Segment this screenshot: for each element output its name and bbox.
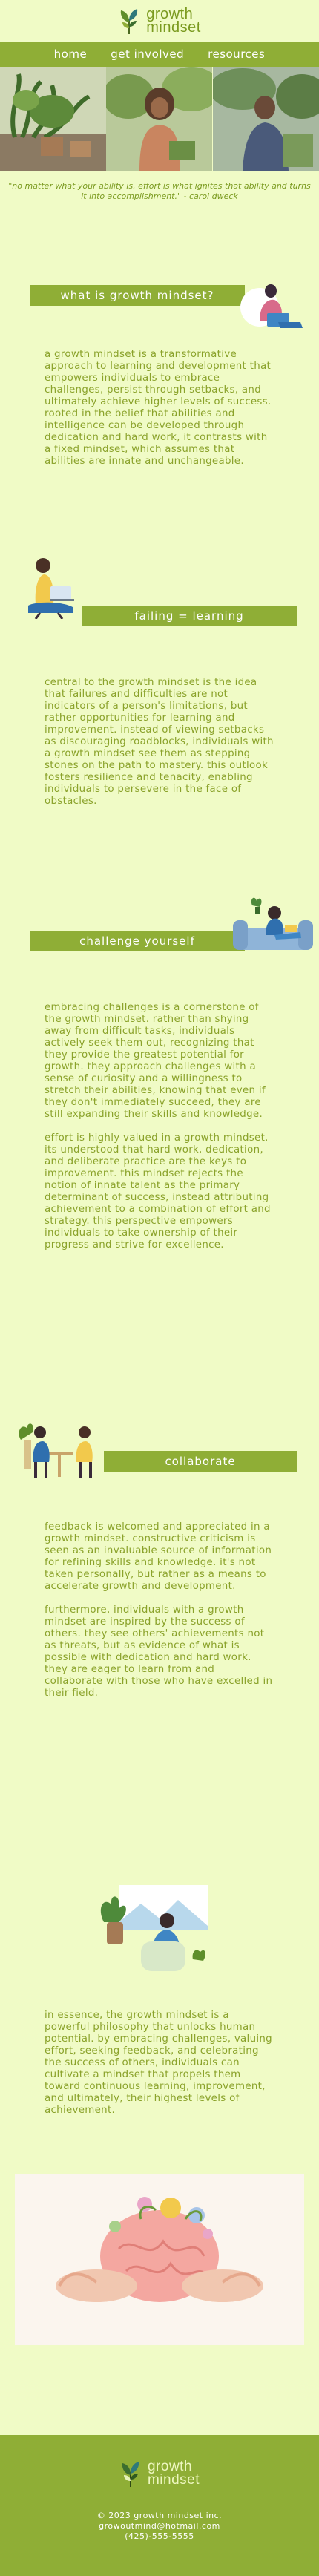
section-title-failing: Failing = Learning [82, 606, 297, 626]
hero-photo-plants [0, 67, 106, 171]
hero-photo-strip [0, 67, 319, 171]
paragraph: Embracing challenges is a cornerstone of… [45, 1002, 266, 1120]
section-body-failing: Central to the growth mindset is the ide… [45, 677, 274, 807]
nav-resources[interactable]: resources [208, 47, 265, 61]
quote: "No matter what your ability is, effort … [8, 181, 311, 201]
plant-logo-icon [119, 2459, 142, 2488]
paragraph: A growth mindset is a transformative app… [45, 349, 272, 467]
paragraph: Feedback is welcomed and appreciated in … [45, 1521, 272, 1592]
main-nav: home get involved resources [0, 42, 319, 67]
woman-reading-illustration [237, 276, 312, 338]
logo-line-2: mindset [147, 2472, 200, 2488]
header-logo[interactable]: growth mindset [0, 0, 319, 42]
footer-phone[interactable]: (425)-555-5555 [97, 2531, 222, 2542]
footer: growth mindset © 2023 Growth Mindset Inc… [0, 2435, 319, 2576]
brain-flowers-illustration [15, 2174, 304, 2348]
footer-copyright: © 2023 Growth Mindset Inc. [96, 2511, 223, 2520]
section-body-collaborate: Feedback is welcomed and appreciated in … [45, 1521, 274, 1700]
paragraph: Furthermore, individuals with a growth m… [45, 1605, 273, 1699]
logo-line-2: mindset [146, 19, 201, 36]
page: growth mindset home get involved resourc… [0, 0, 319, 2576]
section-body-essence: In essence, the growth mindset is a powe… [45, 2010, 274, 2117]
section-title-challenge: Challenge Yourself [30, 931, 245, 951]
paragraph: In essence, the growth mindset is a powe… [45, 2010, 272, 2116]
hero-photo-woman-garden [106, 67, 213, 171]
friends-talking-illustration [10, 1410, 107, 1484]
logo-text: growth mindset [146, 7, 201, 36]
plant-logo-icon [118, 6, 140, 36]
footer-logo[interactable]: growth mindset [119, 2444, 200, 2503]
footer-contact: © 2023 Growth Mindset Inc. growoutmind@h… [97, 2511, 222, 2542]
section-body-what-is: A growth mindset is a transformative app… [45, 349, 274, 468]
paragraph: Effort is highly valued in a growth mind… [45, 1133, 271, 1251]
nav-get-involved[interactable]: get involved [111, 47, 184, 61]
hero-photo-woman-plants [212, 67, 319, 171]
section-body-challenge: Embracing challenges is a cornerstone of… [45, 1002, 274, 1251]
person-laptop-illustration [21, 545, 88, 622]
footer-logo-text: growth mindset [147, 2459, 200, 2488]
footer-email[interactable]: growoutmind@hotmail.com [97, 2521, 222, 2531]
section-title-collaborate: Collaborate [104, 1451, 297, 1472]
paragraph: Central to the growth mindset is the ide… [45, 677, 274, 807]
woman-sofa-illustration [230, 891, 313, 960]
section-title-what-is: What is Growth Mindset? [30, 285, 245, 306]
woman-plant-illustration [96, 1870, 223, 1977]
nav-home[interactable]: home [54, 47, 88, 61]
